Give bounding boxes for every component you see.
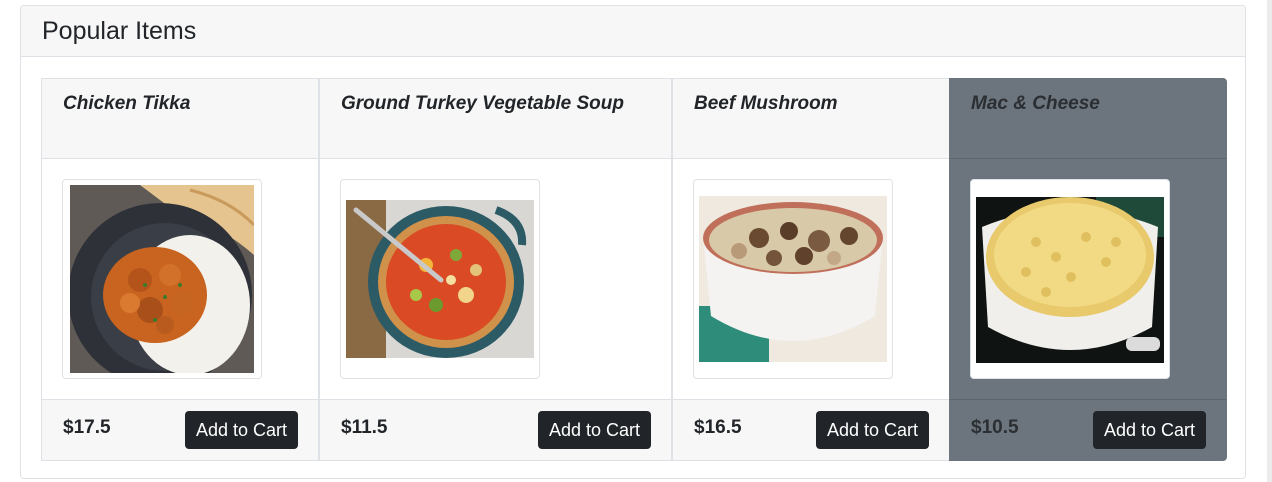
item-name: Beef Mushroom	[694, 93, 838, 114]
card-footer: $11.5 Add to Cart	[320, 399, 671, 460]
add-to-cart-button[interactable]: Add to Cart	[815, 411, 929, 449]
item-price: $11.5	[341, 417, 388, 438]
card-body	[950, 159, 1226, 400]
card-footer: $10.5 Add to Cart	[950, 399, 1226, 460]
menu-item-card: Ground Turkey Vegetable Soup $11.5 Add t…	[319, 78, 672, 461]
card-body	[42, 159, 318, 400]
item-price: $17.5	[63, 417, 111, 438]
beef-mushroom-bowl-image	[693, 179, 893, 379]
menu-item-card: Chicken Tikka $17.5 Add to Cart	[41, 78, 319, 461]
panel-header: Popular Items	[21, 6, 1245, 57]
card-footer: $17.5 Add to Cart	[42, 399, 318, 460]
add-to-cart-button[interactable]: Add to Cart	[1092, 411, 1206, 449]
popular-items-panel: Popular Items Chicken Tikka $17.5 Add to…	[20, 5, 1246, 479]
chicken-tikka-dish-image	[62, 179, 262, 379]
card-body	[320, 159, 671, 400]
menu-item-card: Beef Mushroom $16.5 Add to Cart	[672, 78, 950, 461]
item-name: Chicken Tikka	[63, 93, 191, 114]
menu-item-card-highlighted: Mac & Cheese $10.5 Add to Cart	[949, 78, 1227, 461]
card-header: Beef Mushroom	[673, 79, 949, 159]
card-header: Mac & Cheese	[950, 79, 1226, 159]
vegetable-soup-pot-image	[340, 179, 540, 379]
mac-and-cheese-dish-image	[970, 179, 1170, 379]
card-footer: $16.5 Add to Cart	[673, 399, 949, 460]
add-to-cart-button[interactable]: Add to Cart	[184, 411, 298, 449]
add-to-cart-button[interactable]: Add to Cart	[537, 411, 651, 449]
item-price: $16.5	[694, 417, 742, 438]
card-body	[673, 159, 949, 400]
card-header: Chicken Tikka	[42, 79, 318, 159]
page-scrollbar-edge	[1267, 0, 1272, 482]
section-title: Popular Items	[42, 16, 197, 45]
item-price: $10.5	[971, 417, 1019, 438]
card-header: Ground Turkey Vegetable Soup	[320, 79, 671, 159]
item-name: Mac & Cheese	[971, 93, 1100, 114]
item-name: Ground Turkey Vegetable Soup	[341, 93, 624, 114]
